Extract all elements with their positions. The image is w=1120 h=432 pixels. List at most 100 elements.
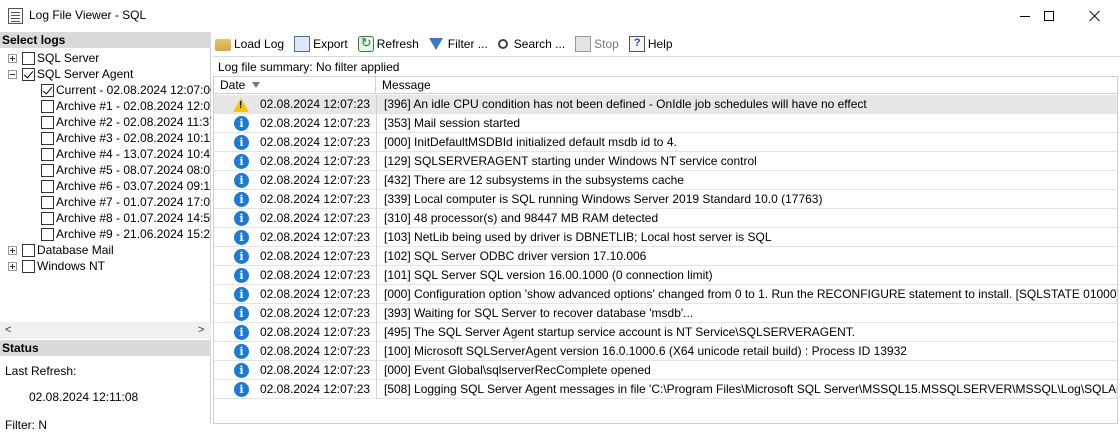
- row-message: [000] Event Global\sqlserverRecComplete …: [384, 363, 651, 377]
- row-date: 02.08.2024 12:07:23: [260, 287, 371, 301]
- table-row[interactable]: i 02.08.2024 12:07:23 [103] NetLib being u…: [214, 228, 1117, 247]
- stop-icon: [575, 36, 592, 52]
- search-button[interactable]: Search ...: [495, 33, 568, 55]
- info-icon: i: [234, 154, 249, 169]
- tree-item[interactable]: Archive #3 - 02.08.2024 10:17:0: [41, 130, 211, 146]
- load-log-button[interactable]: Load Log: [212, 33, 287, 55]
- tree-item-checkbox[interactable]: [41, 211, 54, 225]
- expand-icon[interactable]: [8, 261, 17, 271]
- table-row[interactable]: i 02.08.2024 12:07:23 [310] 48 processor(s…: [214, 209, 1117, 228]
- scroll-left-button[interactable]: <: [5, 324, 11, 336]
- row-date: 02.08.2024 12:07:23: [260, 97, 371, 111]
- table-row[interactable]: 02.08.2024 12:07:23 [396] An idle CPU con…: [214, 95, 1117, 114]
- tree-item[interactable]: Archive #1 - 02.08.2024 12:07:0: [41, 98, 211, 114]
- tree-item[interactable]: SQL Server: [8, 50, 99, 66]
- tree-item[interactable]: Archive #4 - 13.07.2024 10:47:0: [41, 146, 211, 162]
- window-title: Log File Viewer - SQL: [29, 8, 147, 22]
- tree-item[interactable]: Database Mail: [8, 242, 114, 258]
- column-divider: [376, 361, 377, 380]
- maximize-button[interactable]: [1026, 0, 1072, 32]
- scroll-right-button[interactable]: >: [198, 324, 204, 336]
- table-row[interactable]: i 02.08.2024 12:07:23 [129] SQLSERVERAGENT…: [214, 152, 1117, 171]
- table-row[interactable]: i 02.08.2024 12:07:23 [393] Waiting for SQ…: [214, 304, 1117, 323]
- expand-icon[interactable]: [8, 53, 17, 63]
- column-divider: [376, 342, 377, 361]
- export-button[interactable]: Export: [291, 33, 351, 55]
- tree-item-checkbox[interactable]: [41, 195, 54, 209]
- tree-item-checkbox[interactable]: [22, 67, 35, 81]
- horizontal-scrollbar[interactable]: < >: [0, 322, 211, 339]
- tree-item[interactable]: Archive #2 - 02.08.2024 11:37:0: [41, 114, 211, 130]
- message-column-header[interactable]: Message: [377, 77, 431, 94]
- info-icon: i: [234, 306, 249, 321]
- tree-item-checkbox[interactable]: [41, 131, 54, 145]
- row-message: [100] Microsoft SQLServerAgent version 1…: [384, 344, 907, 358]
- maximize-icon: [1044, 11, 1054, 21]
- tree-item-checkbox[interactable]: [22, 51, 35, 65]
- status-header: Status: [0, 340, 211, 356]
- column-divider: [376, 133, 377, 152]
- date-column-header[interactable]: Date: [214, 77, 376, 94]
- tree-item-label: Database Mail: [37, 243, 114, 257]
- tree-item[interactable]: Archive #9 - 21.06.2024 15:23:0: [41, 226, 211, 242]
- left-panel: Select logs SQL Server SQL Server Agent Cu…: [0, 32, 211, 432]
- tree-item[interactable]: Archive #5 - 08.07.2024 08:07:0: [41, 162, 211, 178]
- row-date: 02.08.2024 12:07:23: [260, 268, 371, 282]
- column-divider: [376, 190, 377, 209]
- sort-down-icon: [252, 82, 261, 88]
- tree-item[interactable]: Archive #6 - 03.07.2024 09:12:0: [41, 178, 211, 194]
- tree-item-label: Archive #9 - 21.06.2024 15:23:0: [56, 227, 211, 241]
- tree-item[interactable]: Windows NT: [8, 258, 105, 274]
- stop-label: Stop: [594, 37, 619, 51]
- log-summary: Log file summary: No filter applied: [213, 56, 1120, 76]
- tree-item-checkbox[interactable]: [41, 147, 54, 161]
- collapse-icon[interactable]: [8, 69, 17, 79]
- table-row[interactable]: i 02.08.2024 12:07:23 [353] Mail session s…: [214, 114, 1117, 133]
- table-row[interactable]: i 02.08.2024 12:07:23 [495] The SQL Server…: [214, 323, 1117, 342]
- tree-item-label: Current - 02.08.2024 12:07:00: [56, 83, 211, 97]
- refresh-label: Refresh: [376, 37, 419, 51]
- tree-item-checkbox[interactable]: [22, 259, 35, 273]
- row-message: [000] Configuration option 'show advance…: [384, 287, 1118, 301]
- table-row[interactable]: i 02.08.2024 12:07:23 [508] Logging SQL Se…: [214, 380, 1117, 399]
- help-label: Help: [647, 37, 673, 51]
- table-row[interactable]: i 02.08.2024 12:07:23 [000] Event Global\s…: [214, 361, 1117, 380]
- filter-button[interactable]: Filter ...: [426, 33, 491, 55]
- table-row[interactable]: i 02.08.2024 12:07:23 [432] There are 12 s…: [214, 171, 1117, 190]
- tree-item-checkbox[interactable]: [22, 243, 35, 257]
- tree-item-checkbox[interactable]: [41, 179, 54, 193]
- tree-item-checkbox[interactable]: [41, 99, 54, 113]
- row-date: 02.08.2024 12:07:23: [260, 363, 371, 377]
- table-row[interactable]: i 02.08.2024 12:07:23 [339] Local computer…: [214, 190, 1117, 209]
- info-icon: i: [234, 287, 249, 302]
- table-row[interactable]: i 02.08.2024 12:07:23 [000] InitDefaultMSD…: [214, 133, 1117, 152]
- table-row[interactable]: i 02.08.2024 12:07:23 [100] Microsoft SQLS…: [214, 342, 1117, 361]
- tree-item-checkbox[interactable]: [41, 163, 54, 177]
- last-refresh-value: 02.08.2024 12:11:08: [29, 390, 139, 404]
- row-message: [432] There are 12 subsystems in the sub…: [384, 173, 684, 187]
- tree-item-checkbox[interactable]: [41, 83, 54, 97]
- tree-item[interactable]: Archive #7 - 01.07.2024 17:01:0: [41, 194, 211, 210]
- help-button[interactable]: Help: [626, 33, 676, 55]
- tree-item-checkbox[interactable]: [41, 227, 54, 241]
- table-row[interactable]: i 02.08.2024 12:07:23 [102] SQL Server ODB…: [214, 247, 1117, 266]
- search-label: Search ...: [513, 37, 566, 51]
- tree-item[interactable]: Current - 02.08.2024 12:07:00: [41, 82, 211, 98]
- table-row[interactable]: i 02.08.2024 12:07:23 [101] SQL Server SQL…: [214, 266, 1117, 285]
- tree-item[interactable]: SQL Server Agent: [8, 66, 133, 82]
- log-file-viewer-icon: [8, 8, 23, 24]
- table-row[interactable]: i 02.08.2024 12:07:23 [000] Configuration …: [214, 285, 1118, 304]
- filter-icon: [428, 38, 443, 50]
- close-button[interactable]: [1072, 0, 1118, 32]
- refresh-button[interactable]: Refresh: [355, 33, 422, 55]
- status-body: Last Refresh: 02.08.2024 12:11:08 Filter…: [0, 358, 211, 432]
- expand-icon[interactable]: [8, 245, 17, 255]
- row-date: 02.08.2024 12:07:23: [260, 211, 371, 225]
- tree-item[interactable]: Archive #8 - 01.07.2024 14:59:0: [41, 210, 211, 226]
- stop-button[interactable]: Stop: [572, 33, 622, 55]
- tree-item-checkbox[interactable]: [41, 115, 54, 129]
- column-divider: [376, 171, 377, 190]
- tree-item-label: Archive #5 - 08.07.2024 08:07:0: [56, 163, 211, 177]
- info-icon: i: [234, 363, 249, 378]
- tree-item-label: Archive #3 - 02.08.2024 10:17:0: [56, 131, 211, 145]
